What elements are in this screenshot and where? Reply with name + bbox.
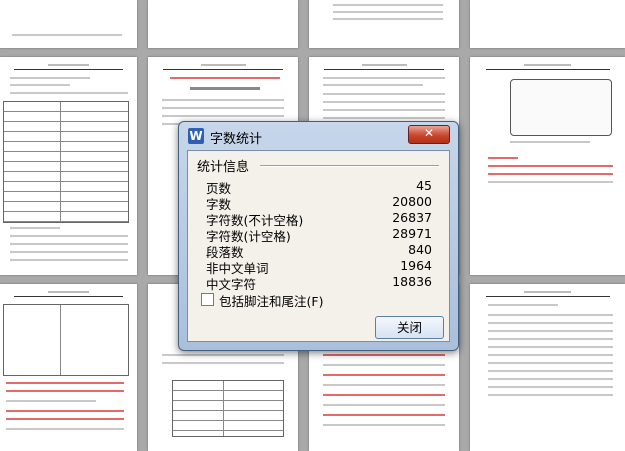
stat-row-words: 字数 20800 bbox=[206, 194, 432, 212]
document-page[interactable] bbox=[148, 0, 298, 48]
document-page[interactable] bbox=[470, 284, 625, 451]
stat-row-non-chinese-words: 非中文单词 1964 bbox=[206, 258, 432, 276]
word-count-dialog: W 字数统计 ✕ 统计信息 页数 45 字数 20800 字符数(不计空格) 2… bbox=[178, 121, 459, 351]
stat-row-chars-no-spaces: 字符数(不计空格) 26837 bbox=[206, 210, 432, 228]
truck-figure bbox=[510, 79, 612, 136]
include-footnotes-checkbox[interactable] bbox=[201, 293, 214, 306]
document-page[interactable] bbox=[470, 57, 625, 275]
stat-value: 1964 bbox=[400, 258, 432, 273]
close-icon[interactable]: ✕ bbox=[408, 125, 450, 144]
dialog-body: 统计信息 页数 45 字数 20800 字符数(不计空格) 26837 字符数(… bbox=[187, 150, 450, 342]
stat-value: 840 bbox=[408, 242, 432, 257]
section-divider bbox=[260, 165, 439, 167]
dialog-titlebar[interactable]: W 字数统计 ✕ bbox=[179, 122, 458, 148]
stat-row-pages: 页数 45 bbox=[206, 178, 432, 196]
document-page[interactable] bbox=[309, 0, 459, 48]
stat-value: 26837 bbox=[392, 210, 432, 225]
document-page[interactable] bbox=[0, 57, 137, 275]
stat-value: 28971 bbox=[392, 226, 432, 241]
wps-writer-icon: W bbox=[188, 128, 204, 144]
section-title: 统计信息 bbox=[197, 160, 250, 175]
stat-value: 18836 bbox=[392, 274, 432, 289]
document-page[interactable] bbox=[470, 0, 625, 48]
stat-value: 20800 bbox=[392, 194, 432, 209]
include-footnotes-label[interactable]: 包括脚注和尾注(F) bbox=[219, 291, 323, 310]
stat-value: 45 bbox=[416, 178, 432, 193]
stat-row-chinese-chars: 中文字符 18836 bbox=[206, 274, 432, 292]
stat-row-paragraphs: 段落数 840 bbox=[206, 242, 432, 260]
close-button[interactable]: 关闭 bbox=[375, 316, 444, 339]
stat-row-chars-with-spaces: 字符数(计空格) 28971 bbox=[206, 226, 432, 244]
document-page[interactable] bbox=[0, 0, 137, 48]
dialog-title: 字数统计 bbox=[210, 132, 263, 147]
document-page[interactable] bbox=[0, 284, 137, 451]
